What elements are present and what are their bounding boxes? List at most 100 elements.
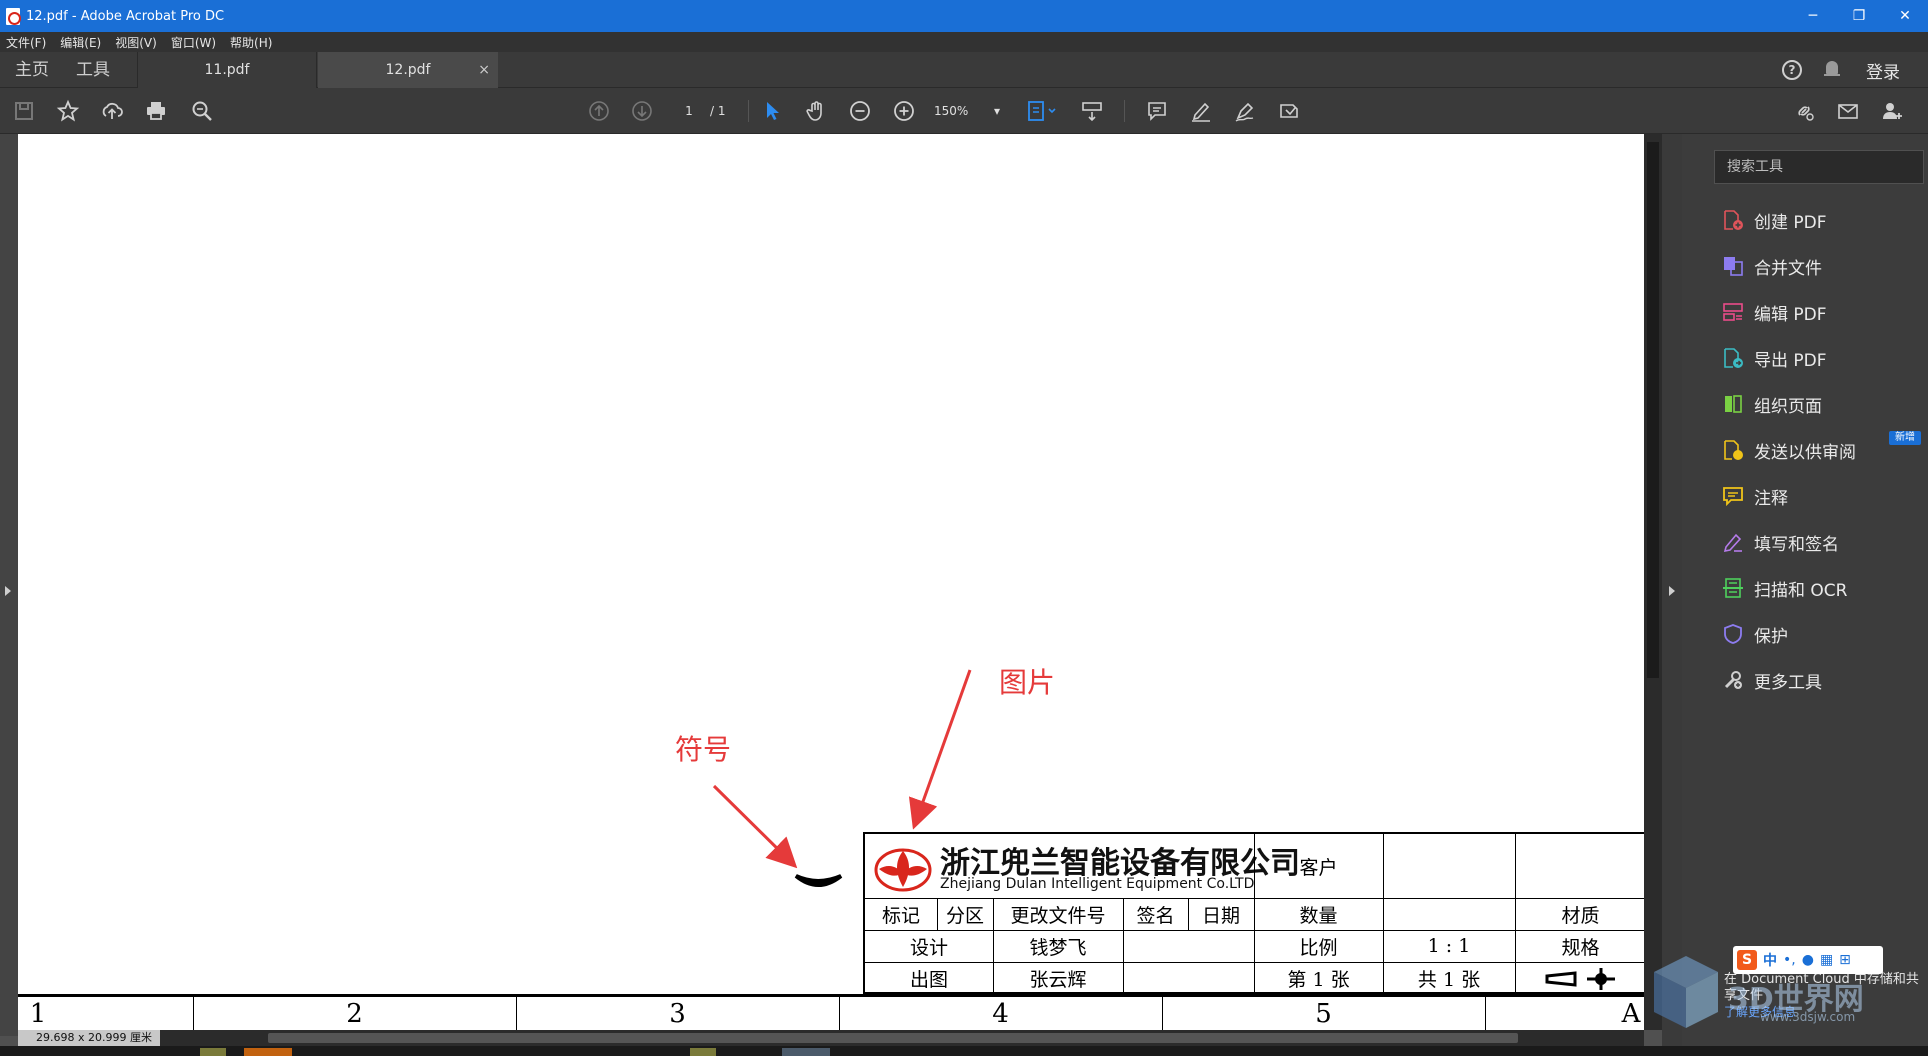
menu-help[interactable]: 帮助(H) (230, 34, 272, 51)
tool-label: 注释 (1754, 488, 1788, 509)
tab-tools[interactable]: 工具 (76, 52, 110, 88)
page-fit-icon[interactable] (1025, 99, 1059, 123)
tool-create-pdf[interactable]: 创建 PDF (1722, 206, 1827, 234)
watermark-cube-icon (1654, 956, 1718, 1028)
menu-edit[interactable]: 编辑(E) (60, 34, 101, 51)
horizontal-scrollbar[interactable] (18, 1030, 1644, 1046)
edit-pdf-icon (1723, 303, 1743, 321)
toolbar-divider (748, 100, 749, 122)
document-tab-11pdf[interactable]: 11.pdf (137, 52, 317, 88)
tool-label: 创建 PDF (1754, 212, 1827, 233)
arrow-to-image (908, 669, 972, 830)
link-share-icon[interactable] (1792, 99, 1816, 123)
page-number-field[interactable]: 1 / 1 (678, 101, 738, 121)
comment-icon (1723, 487, 1743, 507)
collapse-right-arrow-icon (1669, 586, 1675, 596)
document-tab-label: 12.pdf (385, 62, 431, 78)
pdf-page[interactable]: 符号 图片 浙江兜兰智能设备有限公司 Zhejiang Dulan Intell… (18, 134, 1644, 1030)
grid-zone-a: A (1621, 998, 1641, 1029)
document-tab-12pdf[interactable]: 12.pdf × (318, 52, 498, 88)
tools-search-input[interactable]: 搜索工具 (1714, 150, 1924, 184)
zoom-in-icon[interactable] (892, 99, 916, 123)
sign-pen-icon[interactable] (1233, 99, 1257, 123)
grid-zone-4: 4 (992, 998, 1009, 1029)
minimize-button[interactable]: ─ (1790, 0, 1836, 32)
print-icon[interactable] (144, 99, 168, 123)
tools-pane-toggle[interactable] (1662, 134, 1682, 1046)
ratio-label: 比例 (1299, 936, 1338, 959)
vertical-scrollbar[interactable] (1644, 134, 1662, 1030)
tool-export-pdf[interactable]: 导出 PDF (1722, 344, 1827, 372)
fill-sign-icon (1723, 533, 1742, 553)
bookmark-star-icon[interactable] (56, 99, 80, 123)
drawing-grid-strip: 1 2 3 4 5 A (18, 994, 1644, 1030)
material-label: 材质 (1561, 904, 1600, 927)
comment-icon[interactable] (1145, 99, 1169, 123)
restore-button[interactable]: ❐ (1836, 0, 1882, 32)
document-tab-label: 11.pdf (204, 62, 250, 78)
notification-bell-icon[interactable] (1824, 61, 1840, 79)
site-watermark: 3D世界网 www.3dsjw.com (1650, 952, 1910, 1032)
help-icon[interactable]: ? (1782, 60, 1802, 80)
tool-fill-sign[interactable]: 填写和签名 (1722, 528, 1839, 556)
search-zoom-icon[interactable] (190, 99, 214, 123)
close-window-button[interactable]: ✕ (1882, 0, 1928, 32)
tools-pane-body: 搜索工具 创建 PDF 合并文件 编辑 PDF 导出 PDF 组织页面 发送以供… (1682, 134, 1928, 1046)
total-sheets: 共 1 张 (1417, 968, 1481, 991)
window-controls: ─ ❐ ✕ (1790, 0, 1928, 32)
zoom-out-icon[interactable] (848, 99, 872, 123)
left-pane-toggle[interactable] (0, 134, 18, 1036)
company-logo-icon (874, 848, 932, 892)
tool-combine-files[interactable]: 合并文件 (1722, 252, 1822, 280)
tool-scan-ocr[interactable]: 扫描和 OCR (1722, 574, 1847, 602)
previous-page-icon[interactable] (587, 99, 611, 123)
tool-send-for-review[interactable]: 发送以供审阅 (1722, 436, 1856, 464)
drawn-label: 出图 (909, 968, 948, 991)
highlight-pen-icon[interactable] (1189, 99, 1213, 123)
design-label: 设计 (909, 936, 948, 959)
menu-window[interactable]: 窗口(W) (171, 34, 216, 51)
send-review-icon (1724, 440, 1743, 460)
tool-label: 编辑 PDF (1754, 304, 1827, 325)
select-tool-icon[interactable] (760, 99, 784, 123)
menu-view[interactable]: 视图(V) (115, 34, 157, 51)
current-page[interactable]: 1 (678, 104, 700, 118)
menu-file[interactable]: 文件(F) (6, 34, 46, 51)
tool-label: 合并文件 (1754, 258, 1822, 279)
tool-label: 发送以供审阅 (1754, 442, 1856, 463)
new-badge: 新增 (1889, 431, 1921, 445)
combine-files-icon (1724, 257, 1743, 276)
tool-comment[interactable]: 注释 (1722, 482, 1788, 510)
protect-icon (1724, 624, 1742, 644)
zoom-level-dropdown[interactable]: 150% ▾ (934, 101, 1000, 121)
tool-edit-pdf[interactable]: 编辑 PDF (1722, 298, 1827, 326)
arrow-to-symbol (712, 784, 798, 869)
login-button[interactable]: 登录 (1866, 58, 1900, 83)
email-icon[interactable] (1836, 99, 1860, 123)
toolbar-divider (1124, 100, 1125, 122)
zoom-level-value: 150% (934, 104, 969, 118)
vertical-scroll-thumb[interactable] (1647, 142, 1659, 678)
projection-symbol-icon (1545, 968, 1615, 990)
tool-organize-pages[interactable]: 组织页面 (1722, 390, 1822, 418)
horizontal-scroll-thumb[interactable] (268, 1033, 1518, 1043)
grid-zone-3: 3 (669, 998, 686, 1029)
tool-more-tools[interactable]: 更多工具 (1722, 666, 1822, 694)
tab-home[interactable]: 主页 (15, 52, 49, 88)
save-icon[interactable] (12, 99, 36, 123)
page-size-label: 29.698 x 20.999 厘米 (18, 1030, 160, 1046)
quantity-label: 数量 (1299, 904, 1338, 927)
add-user-icon[interactable] (1880, 99, 1904, 123)
next-page-icon[interactable] (630, 99, 654, 123)
header-signature: 签名 (1136, 904, 1175, 927)
hand-tool-icon[interactable] (804, 99, 828, 123)
stamp-share-icon[interactable] (1277, 99, 1301, 123)
tool-protect[interactable]: 保护 (1722, 620, 1788, 648)
title-bar: 12.pdf - Adobe Acrobat Pro DC ─ ❐ ✕ (0, 0, 1928, 32)
scroll-mode-icon[interactable] (1080, 99, 1104, 123)
scan-ocr-icon (1723, 578, 1743, 598)
close-tab-icon[interactable]: × (478, 52, 490, 88)
cloud-upload-icon[interactable] (100, 99, 124, 123)
tool-label: 填写和签名 (1754, 534, 1839, 555)
expand-left-arrow-icon (5, 586, 11, 596)
